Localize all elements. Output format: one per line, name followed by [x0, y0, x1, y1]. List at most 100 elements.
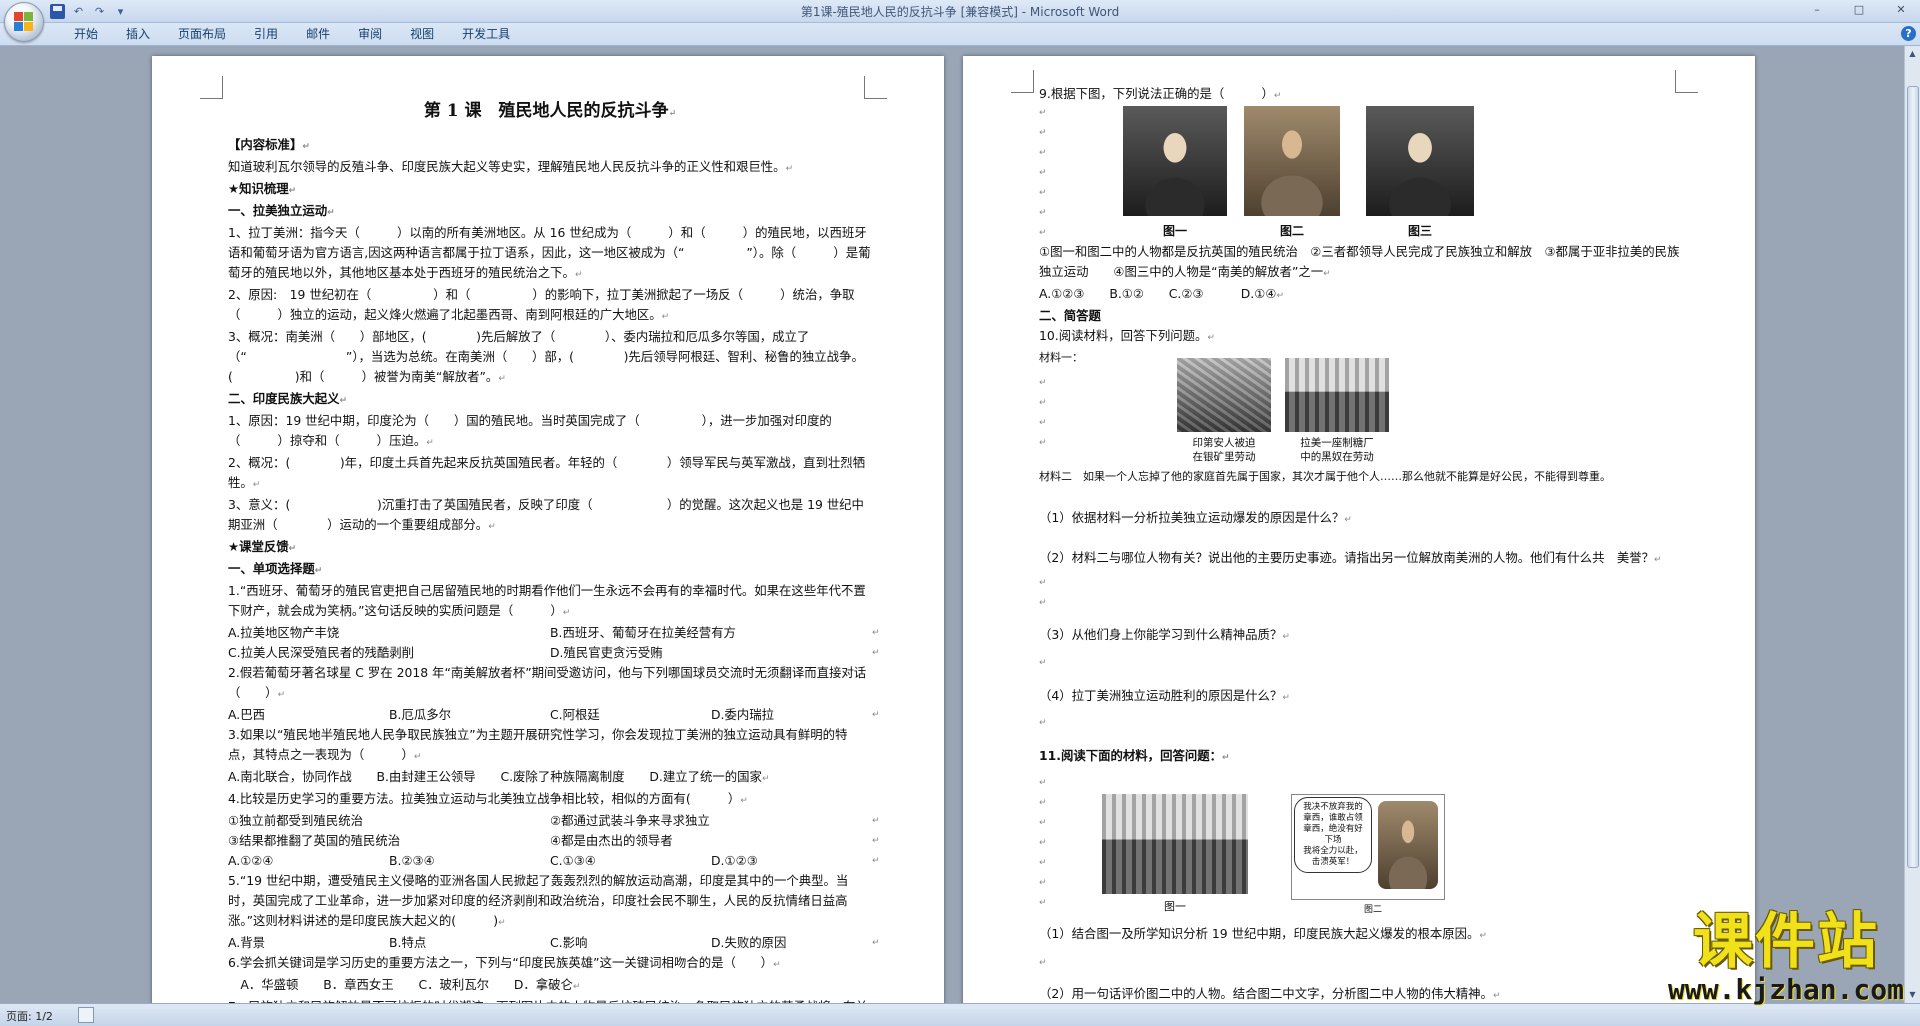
crop-mark — [200, 76, 223, 99]
paragraph-text: ★课堂反馈 — [228, 539, 289, 554]
ribbon-tab[interactable]: 页面布局 — [164, 26, 240, 42]
paragraph-mark: ↵ — [1039, 578, 1047, 588]
paragraph-mark: ↵ — [1039, 958, 1047, 968]
figure-2-caption: 图二 — [1279, 224, 1304, 238]
paragraph-mark: ↵ — [1039, 168, 1047, 178]
answer-option: C.①③④ — [550, 853, 596, 868]
paragraph-mark: ↵ — [572, 982, 581, 992]
page-2: 9.根据下图，下列说法正确的是（ ）↵ ↵ ↵ ↵ ↵ ↵ ↵ ↵ ↵ ↵ ↵ ↵ ↵ ↵ ↵ ↵ ↵ ↵ ↵ ↵ ↵… — [963, 56, 1755, 1003]
vertical-scrollbar[interactable]: ▲ ▼ — [1904, 46, 1920, 1003]
q9-options: A.①②③ B.①② C.②③ D.①④↵ — [1039, 286, 1284, 301]
page-2-content-h[interactable]: 11.阅读下面的材料，回答问题：↵ — [1039, 746, 1683, 768]
page-2-content-d[interactable]: （1）依据材料一分析拉美独立运动爆发的原因是什么？↵ — [1039, 508, 1683, 530]
office-logo-icon — [14, 12, 34, 32]
figure-3-portrait — [1366, 106, 1474, 216]
section-heading: 二、印度民族大起义↵ — [228, 389, 872, 411]
page-count[interactable]: 页面: 1/2 — [6, 1008, 53, 1024]
paragraph-mark: ↵ — [562, 608, 571, 618]
scroll-down-icon[interactable]: ▼ — [1907, 989, 1918, 1001]
paragraph-mark: ↵ — [1039, 818, 1047, 828]
paragraph-text: 3、意义：( )沉重打击了英国殖民者，反映了印度（ ）的觉醒。这次起义也是 19… — [228, 497, 864, 532]
ribbon-tabs: 开始 插入 页面布局 引用 邮件 审阅 视图 开发工具 — [60, 26, 524, 42]
paragraph: 1.“西班牙、葡萄牙的殖民官吏把自己居留殖民地的时期看作他们一生永远不会再有的幸… — [228, 581, 872, 623]
paragraph-text: 1、原因：19 世纪中期，印度沦为（ ）国的殖民地。当时英国完成了（ ），进一步… — [228, 413, 832, 448]
ribbon-tab[interactable]: 开发工具 — [448, 26, 524, 42]
paragraph-mark: ↵ — [1039, 438, 1047, 448]
paragraph-mark: ↵ — [488, 522, 496, 532]
paragraph-mark: ↵ — [773, 960, 781, 970]
maximize-button[interactable]: □ — [1846, 2, 1872, 18]
page-2-content-g[interactable]: （4）拉丁美洲独立运动胜利的原因是什么？↵ — [1039, 686, 1683, 708]
paragraph-text: A．华盛顿 B．章西女王 C．玻利瓦尔 D．拿破仑 — [228, 977, 573, 992]
paragraph-text: 一、拉美独立运动 — [228, 203, 328, 218]
scrollbar-thumb[interactable] — [1907, 86, 1919, 868]
paragraph-mark: ↵ — [1039, 128, 1047, 138]
window-title: 第1课-殖民地人民的反抗斗争 [兼容模式] - Microsoft Word — [800, 5, 1120, 19]
silver-mine-caption: 印第安人被迫 在银矿里劳动 — [1192, 437, 1256, 463]
ribbon-tab[interactable]: 视图 — [396, 26, 448, 42]
paragraph-mark: ↵ — [785, 164, 794, 174]
proofing-icon[interactable] — [78, 1007, 94, 1023]
ribbon-tab[interactable]: 插入 — [112, 26, 164, 42]
question-10-4: （4）拉丁美洲独立运动胜利的原因是什么？↵ — [1039, 688, 1290, 703]
status-bar: 页面: 1/2 — [0, 1003, 1920, 1026]
answer-option: B.②③④ — [389, 853, 435, 868]
page-2-content-b[interactable]: ①图一和图二中的人物都是反抗英国的殖民统治 ②三者都领导人民完成了民族独立和解放… — [1039, 242, 1683, 368]
paragraph: 1、拉丁美洲：指今天（ ）以南的所有美洲地区。从 16 世纪成为（ ）和（ ）的… — [228, 223, 872, 285]
paragraph: 6.学会抓关键词是学习历史的重要方法之一，下列与“印度民族英雄”这一关键词相吻合… — [228, 953, 872, 975]
page-2-content-i[interactable]: （1）结合图一及所学知识分析 19 世纪中期，印度民族大起义爆发的根本原因。↵ — [1039, 924, 1683, 946]
answer-option: B.西班牙、葡萄牙在拉美经营有方 — [550, 625, 736, 640]
answer-option: C.阿根廷 — [550, 707, 600, 722]
page-2-content-e[interactable]: （2）材料二与哪位人物有关？说出他的主要历史事迹。请指出另一位解放南美洲的人物。… — [1039, 548, 1683, 570]
window-controls: – □ ✕ — [1804, 2, 1914, 18]
close-button[interactable]: ✕ — [1888, 2, 1914, 18]
answer-option: A.背景 — [228, 935, 265, 950]
page-1: 第 1 课 殖民地人民的反抗斗争↵ 【内容标准】↵ 知道玻利瓦尔领导的反殖斗争、印… — [152, 56, 944, 1003]
document-area: 第 1 课 殖民地人民的反抗斗争↵ 【内容标准】↵ 知道玻利瓦尔领导的反殖斗争、印… — [0, 46, 1905, 1003]
paragraph-text: 二、印度民族大起义 — [228, 391, 340, 406]
answer-option: A.①②④ — [228, 853, 274, 868]
paragraph-mark: ↵ — [498, 918, 506, 928]
paragraph-mark: ↵ — [574, 270, 583, 280]
ribbon-tab[interactable]: 邮件 — [292, 26, 344, 42]
watermark-url: www.kjzhan.com — [1667, 973, 1904, 1006]
paragraph-mark: ↵ — [498, 374, 506, 384]
paragraph-mark: ↵ — [1039, 838, 1047, 848]
help-icon[interactable]: ? — [1901, 26, 1916, 41]
paragraph-mark: ↵ — [277, 690, 286, 700]
question-10: 10.阅读材料，回答下列问题。↵ — [1039, 328, 1215, 343]
page-2-content-c[interactable]: 材料二 如果一个人忘掉了他的家庭首先属于国家，其次才属于他个人……那么他就不能算… — [1039, 468, 1683, 485]
watermark-logo: 课件站 www.kjzhan.com — [1668, 909, 1904, 1005]
paragraph-mark: ↵ — [1039, 208, 1047, 218]
paragraph: A.南北联合，协同作战 B.由封建王公领导 C.废除了种族隔离制度 D.建立了统… — [228, 767, 872, 789]
paragraph-text: 2、原因: 19 世纪初在（ ）和（ ）的影响下，拉丁美洲掀起了一场反（ ）统治… — [228, 287, 855, 322]
answer-option: D.①②③ — [711, 853, 758, 868]
page-2-content[interactable]: 9.根据下图，下列说法正确的是（ ）↵ — [1039, 84, 1683, 106]
paragraph-mark: ↵ — [1039, 398, 1047, 408]
q9-statements: ①图一和图二中的人物都是反抗英国的殖民统治 ②三者都领导人民完成了民族独立和解放… — [1039, 244, 1680, 279]
paragraph: 3、意义：( )沉重打击了英国殖民者，反映了印度（ ）的觉醒。这次起义也是 19… — [228, 495, 872, 537]
paragraph-text: 1、拉丁美洲：指今天（ ）以南的所有美洲地区。从 16 世纪成为（ ）和（ ）的… — [228, 225, 871, 280]
page-1-content[interactable]: 第 1 课 殖民地人民的反抗斗争↵ 【内容标准】↵ 知道玻利瓦尔领导的反殖斗争、印… — [228, 96, 880, 1003]
page-2-content-f[interactable]: （3）从他们身上你能学习到什么精神品质？↵ — [1039, 625, 1683, 647]
ribbon-tab[interactable]: 开始 — [60, 26, 112, 42]
figure-1-caption: 图一 — [1162, 224, 1187, 238]
ribbon-tab[interactable]: 引用 — [240, 26, 292, 42]
paragraph-mark: ↵ — [1039, 798, 1047, 808]
answer-options: C.拉美人民深受殖民者的残酷剥削 D.殖民官吏贪污受贿 ↵ — [228, 643, 880, 663]
material-2: 材料二 如果一个人忘掉了他的家庭首先属于国家，其次才属于他个人……那么他就不能算… — [1039, 470, 1611, 483]
minimize-button[interactable]: – — [1804, 2, 1830, 18]
ribbon-tab[interactable]: 审阅 — [344, 26, 396, 42]
paragraph: 1、原因：19 世纪中期，印度沦为（ ）国的殖民地。当时英国完成了（ ），进一步… — [228, 411, 872, 453]
office-button[interactable] — [4, 2, 44, 42]
page-2-content-j[interactable]: （2）用一句话评价图二中的人物。结合图二中文字，分析图二中人物的伟大精神。↵ — [1039, 984, 1683, 1003]
paragraph-text: 1.“西班牙、葡萄牙的殖民官吏把自己居留殖民地的时期看作他们一生永远不会再有的幸… — [228, 583, 866, 618]
scroll-up-icon[interactable]: ▲ — [1907, 48, 1918, 60]
question-11-1: （1）结合图一及所学知识分析 19 世纪中期，印度民族大起义爆发的根本原因。↵ — [1039, 926, 1487, 941]
q11-figure-1-image — [1102, 794, 1248, 894]
silver-mine-image — [1177, 358, 1271, 432]
question-9: 9.根据下图，下列说法正确的是（ ）↵ — [1039, 86, 1282, 101]
paragraph-mark: ↵ — [661, 312, 670, 322]
answer-options: A.巴西 B.厄瓜多尔 C.阿根廷 D.委内瑞拉 ↵ — [228, 705, 880, 725]
sugar-mill-caption: 拉美一座制糖厂 中的黑奴在劳动 — [1300, 437, 1374, 463]
